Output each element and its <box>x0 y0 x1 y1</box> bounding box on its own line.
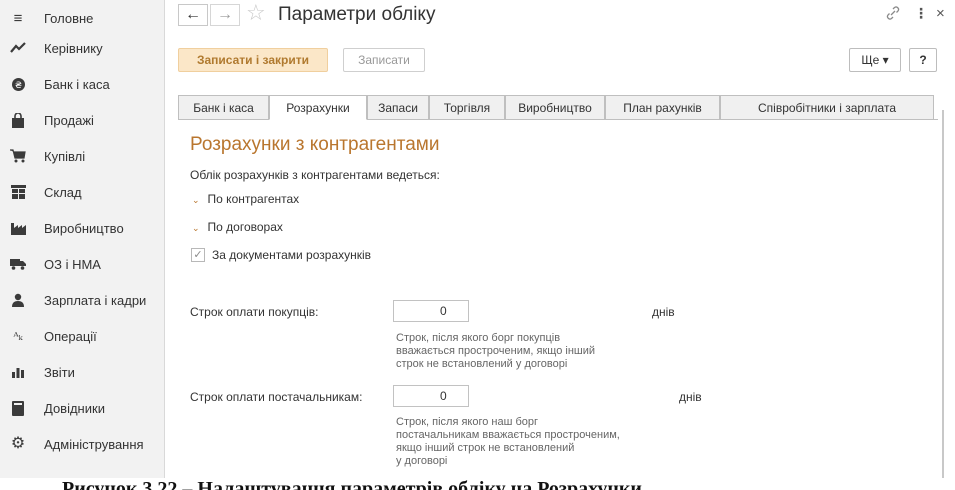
sidebar-item-salary[interactable]: Зарплата і кадри <box>0 282 164 318</box>
tab-settlements[interactable]: Розрахунки <box>269 95 367 120</box>
more-button[interactable]: Ще ▾ <box>849 48 901 72</box>
sidebar: ≡ Головне Керівнику ₴ Банк і каса Продаж… <box>0 0 165 478</box>
truck-icon <box>9 255 27 273</box>
sidebar-item-reports[interactable]: Звіти <box>0 354 164 390</box>
scrollbar[interactable] <box>942 110 948 478</box>
sidebar-item-assets[interactable]: ОЗ і НМА <box>0 246 164 282</box>
person-icon <box>9 291 27 309</box>
chevron-down-icon: ⌄ <box>192 223 200 233</box>
suppliers-term-label: Строк оплати постачальникам: <box>190 390 363 404</box>
star-icon[interactable]: ☆ <box>246 2 266 24</box>
sidebar-item-label: Довідники <box>44 400 105 416</box>
bar-chart-icon <box>9 363 27 381</box>
sidebar-item-label: Зарплата і кадри <box>44 292 147 308</box>
tab-employees-salary[interactable]: Співробітники і зарплата <box>720 95 934 120</box>
operations-icon: ᴬₖ <box>13 329 23 343</box>
factory-icon <box>9 219 27 237</box>
money-icon: ₴ <box>9 75 27 93</box>
link-icon[interactable] <box>886 6 900 22</box>
sidebar-item-label: ОЗ і НМА <box>44 256 101 272</box>
sidebar-item-manager[interactable]: Керівнику <box>0 30 164 66</box>
customers-term-input[interactable] <box>393 300 469 322</box>
main-panel: ← → ☆ Параметри обліку ⋮ × Записати і за… <box>166 0 955 478</box>
sidebar-item-label: Склад <box>44 184 82 200</box>
sidebar-item-sales[interactable]: Продажі <box>0 102 164 138</box>
gear-icon: ⚙ <box>10 435 26 452</box>
sidebar-item-directories[interactable]: Довідники <box>0 390 164 426</box>
customers-term-hint: Строк, після якого борг покупців вважаєт… <box>396 332 596 370</box>
sidebar-item-label: Керівнику <box>44 40 103 56</box>
checkmark-icon: ✓ <box>193 248 203 261</box>
trend-icon <box>9 39 27 57</box>
tab-bank[interactable]: Банк і каса <box>178 95 269 120</box>
checkbox-label: За документами розрахунків <box>212 248 372 262</box>
sidebar-item-label: Операції <box>44 328 97 344</box>
customers-term-label: Строк оплати покупців: <box>190 305 319 319</box>
sidebar-item-production[interactable]: Виробництво <box>0 210 164 246</box>
svg-text:₴: ₴ <box>15 81 22 91</box>
tab-production[interactable]: Виробництво <box>505 95 605 120</box>
book-icon <box>9 399 27 417</box>
suppliers-term-unit: днів <box>679 390 702 404</box>
sidebar-item-operations[interactable]: ᴬₖ Операції <box>0 318 164 354</box>
sidebar-item-admin[interactable]: ⚙ Адміністрування <box>0 426 164 462</box>
arrow-left-icon: ← <box>185 6 201 23</box>
close-icon[interactable]: × <box>936 6 945 21</box>
save-and-close-button[interactable]: Записати і закрити <box>178 48 328 72</box>
warehouse-icon <box>9 183 27 201</box>
suppliers-term-hint: Строк, після якого наш борг постачальник… <box>396 416 620 467</box>
sidebar-item-purchases[interactable]: Купівлі <box>0 138 164 174</box>
tab-stock[interactable]: Запаси <box>367 95 429 120</box>
sidebar-item-label: Виробництво <box>44 220 124 236</box>
sidebar-item-label: Банк і каса <box>44 76 110 92</box>
save-button[interactable]: Записати <box>343 48 425 72</box>
tab-trade[interactable]: Торгівля <box>429 95 505 120</box>
suppliers-term-input[interactable] <box>393 385 469 407</box>
cart-icon <box>9 147 27 165</box>
section-title: Розрахунки з контрагентами <box>190 134 440 155</box>
back-button[interactable]: ← <box>178 4 208 26</box>
sidebar-item-label: Продажі <box>44 112 94 128</box>
chevron-down-icon: ⌄ <box>192 195 200 205</box>
sidebar-item-label: Головне <box>44 10 94 26</box>
sidebar-item-bank[interactable]: ₴ Банк і каса <box>0 66 164 102</box>
forward-button[interactable]: → <box>210 4 240 26</box>
more-vertical-icon[interactable]: ⋮ <box>914 6 928 20</box>
option-by-contracts[interactable]: ⌄ По договорах <box>192 220 283 234</box>
help-button[interactable]: ? <box>909 48 937 72</box>
page-title: Параметри обліку <box>278 4 436 25</box>
tab-chart-of-accounts[interactable]: План рахунків <box>605 95 720 120</box>
bag-icon <box>9 111 27 129</box>
sidebar-item-warehouse[interactable]: Склад <box>0 174 164 210</box>
sidebar-item-label: Адміністрування <box>44 436 144 452</box>
option-by-counterparties[interactable]: ⌄ По контрагентах <box>192 192 299 206</box>
sidebar-item-label: Купівлі <box>44 148 86 164</box>
customers-term-unit: днів <box>652 305 675 319</box>
settlement-documents-checkbox[interactable]: ✓ <box>191 248 205 262</box>
menu-icon: ≡ <box>13 9 23 27</box>
arrow-right-icon: → <box>217 6 233 23</box>
sidebar-item-label: Звіти <box>44 364 75 380</box>
figure-caption: Рисунок 3.22 – Налаштування параметрів о… <box>62 478 642 490</box>
settlements-description: Облік розрахунків з контрагентами ведеть… <box>190 168 440 182</box>
